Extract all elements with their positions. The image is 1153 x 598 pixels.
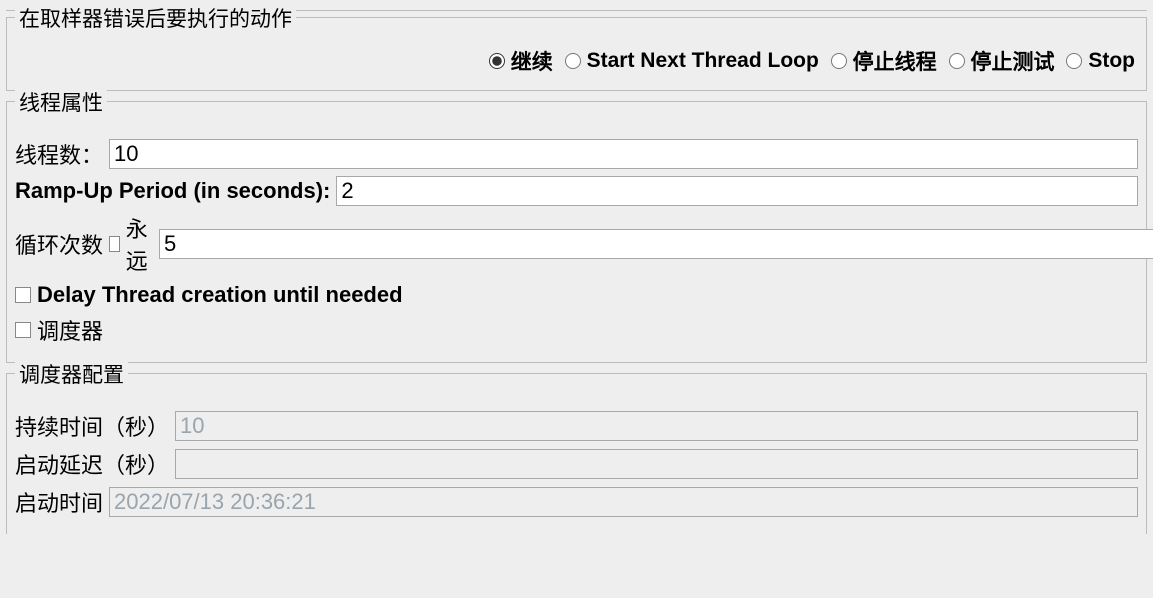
forever-checkbox-label: 永远: [126, 212, 153, 276]
duration-input[interactable]: [175, 411, 1138, 441]
radio-stop-test-now-label: Stop: [1088, 49, 1135, 73]
on-sampler-error-legend: 在取样器错误后要执行的动作: [15, 3, 296, 33]
num-threads-row: 线程数：: [15, 138, 1138, 170]
radio-stop-test[interactable]: 停止测试: [949, 46, 1055, 76]
thread-properties-legend: 线程属性: [15, 87, 107, 117]
start-time-label: 启动时间: [15, 486, 109, 518]
radio-start-next[interactable]: Start Next Thread Loop: [565, 49, 819, 73]
loop-count-input[interactable]: [159, 229, 1153, 259]
radio-stop-thread-label: 停止线程: [853, 46, 937, 76]
radio-stop-test-input[interactable]: [949, 53, 965, 69]
delay-thread-checkbox-input[interactable]: [15, 287, 31, 303]
radio-stop-test-label: 停止测试: [971, 46, 1055, 76]
startup-delay-input[interactable]: [175, 449, 1138, 479]
start-time-input[interactable]: [109, 487, 1138, 517]
ramp-up-input[interactable]: [336, 176, 1138, 206]
duration-row: 持续时间（秒）: [15, 410, 1138, 442]
ramp-up-row: Ramp-Up Period (in seconds):: [15, 176, 1138, 206]
scheduler-checkbox-input[interactable]: [15, 322, 31, 338]
loop-count-label: 循环次数: [15, 228, 109, 260]
radio-continue-input[interactable]: [489, 53, 505, 69]
radio-stop-test-now[interactable]: Stop: [1066, 49, 1135, 73]
delay-thread-checkbox-label: Delay Thread creation until needed: [37, 282, 403, 308]
on-error-radio-row: 继续 Start Next Thread Loop 停止线程 停止测试 Stop: [15, 42, 1138, 80]
radio-continue[interactable]: 继续: [489, 46, 553, 76]
scheduler-row: 调度器: [15, 314, 1138, 346]
thread-properties-group: 线程属性 线程数： Ramp-Up Period (in seconds): 循…: [6, 101, 1147, 363]
scheduler-config-group: 调度器配置 持续时间（秒） 启动延迟（秒） 启动时间: [6, 373, 1147, 534]
radio-stop-test-now-input[interactable]: [1066, 53, 1082, 69]
scheduler-config-legend: 调度器配置: [15, 359, 128, 389]
startup-delay-row: 启动延迟（秒）: [15, 448, 1138, 480]
radio-continue-label: 继续: [511, 46, 553, 76]
startup-delay-label: 启动延迟（秒）: [15, 448, 175, 480]
scheduler-checkbox-label: 调度器: [37, 314, 103, 346]
radio-start-next-input[interactable]: [565, 53, 581, 69]
num-threads-label: 线程数：: [15, 138, 109, 170]
ramp-up-label: Ramp-Up Period (in seconds):: [15, 178, 336, 204]
on-sampler-error-group: 在取样器错误后要执行的动作 继续 Start Next Thread Loop …: [6, 17, 1147, 91]
loop-count-row: 循环次数 永远: [15, 212, 1138, 276]
radio-stop-thread-input[interactable]: [831, 53, 847, 69]
radio-start-next-label: Start Next Thread Loop: [587, 49, 819, 73]
delay-thread-row: Delay Thread creation until needed: [15, 282, 1138, 308]
duration-label: 持续时间（秒）: [15, 410, 175, 442]
num-threads-input[interactable]: [109, 139, 1138, 169]
delay-thread-checkbox[interactable]: Delay Thread creation until needed: [15, 282, 409, 308]
forever-checkbox[interactable]: 永远: [109, 212, 159, 276]
scheduler-checkbox[interactable]: 调度器: [15, 314, 109, 346]
start-time-row: 启动时间: [15, 486, 1138, 518]
forever-checkbox-input[interactable]: [109, 236, 120, 252]
radio-stop-thread[interactable]: 停止线程: [831, 46, 937, 76]
